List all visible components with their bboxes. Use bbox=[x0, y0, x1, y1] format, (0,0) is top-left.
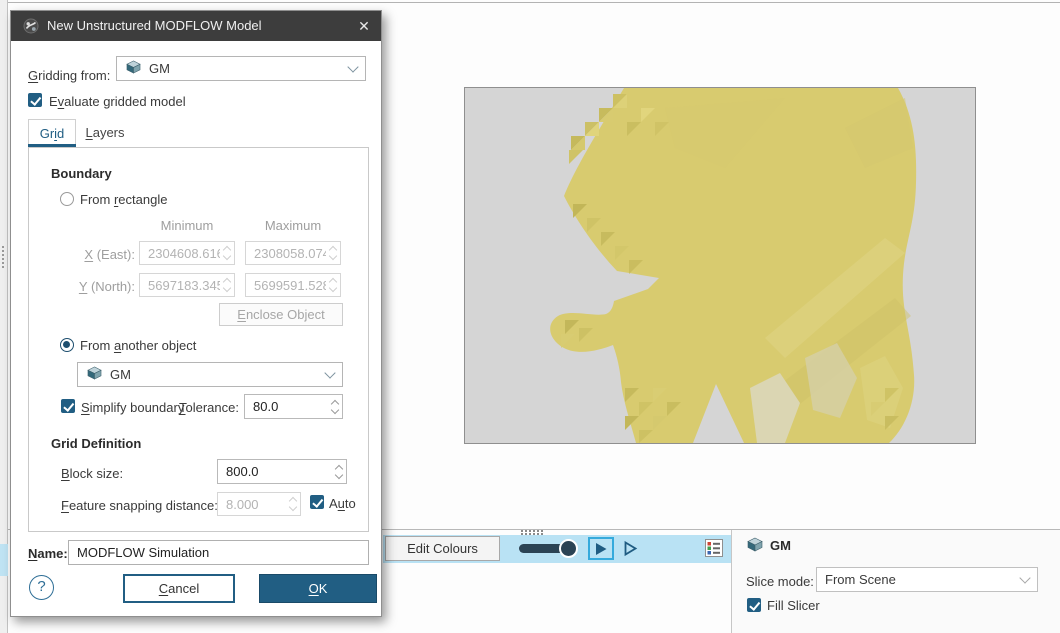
auto-checkbox[interactable] bbox=[310, 495, 324, 509]
legend-list-icon[interactable] bbox=[705, 539, 723, 557]
gridding-from-value: GM bbox=[149, 61, 170, 76]
spinner-icon[interactable] bbox=[220, 279, 230, 291]
mesh-surface bbox=[465, 88, 975, 443]
chevron-down-icon bbox=[347, 61, 358, 72]
help-icon[interactable]: ? bbox=[29, 575, 54, 600]
cancel-button[interactable]: Cancel bbox=[123, 574, 235, 603]
slice-mode-dropdown[interactable]: From Scene bbox=[816, 567, 1038, 592]
simplify-boundary-checkbox[interactable] bbox=[61, 399, 75, 413]
enclose-object-button[interactable]: Enclose Object bbox=[219, 303, 343, 326]
boundary-object-value: GM bbox=[110, 367, 131, 382]
tolerance-value: 80.0 bbox=[253, 399, 328, 414]
visibility-toggle-inactive[interactable] bbox=[617, 537, 643, 560]
scene-viewport[interactable] bbox=[464, 87, 976, 444]
x-east-label: X (East): bbox=[49, 247, 135, 262]
tab-layers[interactable]: Layers bbox=[76, 119, 134, 147]
window-top-border bbox=[0, 2, 1060, 3]
feature-snapping-value: 8.000 bbox=[226, 497, 286, 512]
y-max-value: 5699591.528 bbox=[254, 278, 326, 293]
from-rectangle-radio[interactable] bbox=[60, 192, 74, 206]
fill-slicer-label: Fill Slicer bbox=[767, 598, 820, 613]
feature-snapping-label: Feature snapping distance: bbox=[61, 498, 218, 513]
from-another-object-label: From another object bbox=[80, 338, 196, 353]
chevron-down-icon bbox=[1019, 572, 1030, 583]
x-min-value: 2304608.616 bbox=[148, 246, 220, 261]
vertical-drag-handle[interactable] bbox=[2, 246, 5, 268]
dialog-titlebar[interactable]: New Unstructured MODFLOW Model ✕ bbox=[11, 11, 381, 41]
new-modflow-model-dialog: New Unstructured MODFLOW Model ✕ Griddin… bbox=[10, 10, 382, 617]
modflow-model-icon bbox=[23, 18, 39, 37]
play-filled-icon bbox=[593, 541, 609, 557]
gm-cube-icon bbox=[86, 366, 103, 383]
tab-grid[interactable]: Grid bbox=[28, 119, 76, 147]
evaluate-gridded-model-label: Evaluate gridded model bbox=[49, 94, 186, 109]
object-name-label: GM bbox=[770, 538, 791, 553]
edit-colours-button[interactable]: Edit Colours bbox=[385, 536, 500, 561]
close-icon[interactable]: ✕ bbox=[347, 11, 381, 41]
gridding-from-label: Gridding from: bbox=[28, 68, 110, 83]
chevron-down-icon bbox=[324, 367, 335, 378]
maximum-header: Maximum bbox=[245, 218, 341, 233]
visibility-toggle-active[interactable] bbox=[588, 537, 614, 560]
application-window: Edit Colours bbox=[0, 0, 1060, 633]
y-north-label: Y (North): bbox=[49, 279, 135, 294]
x-max-field[interactable]: 2308058.074 bbox=[245, 241, 341, 265]
block-size-field[interactable]: 800.0 bbox=[217, 459, 347, 484]
gm-cube-icon bbox=[746, 537, 764, 555]
spinner-icon[interactable] bbox=[286, 498, 296, 510]
spinner-icon[interactable] bbox=[328, 401, 338, 413]
grid-definition-header: Grid Definition bbox=[51, 436, 141, 451]
tolerance-label: Tolerance: bbox=[179, 400, 239, 415]
simplify-boundary-label: Simplify boundary bbox=[81, 400, 184, 415]
collapsed-side-panel[interactable] bbox=[0, 0, 8, 633]
fill-slicer-checkbox[interactable] bbox=[747, 598, 761, 612]
name-label: Name: bbox=[28, 546, 68, 561]
gridding-from-dropdown[interactable]: GM bbox=[116, 56, 366, 81]
play-outline-icon bbox=[622, 540, 639, 557]
shape-row-toolbar: Edit Colours bbox=[383, 535, 731, 563]
spinner-icon[interactable] bbox=[326, 279, 336, 291]
opacity-slider-knob[interactable] bbox=[559, 539, 578, 558]
evaluate-gridded-model-checkbox[interactable] bbox=[28, 93, 42, 107]
y-min-value: 5697183.345 bbox=[148, 278, 220, 293]
from-rectangle-label: From rectangle bbox=[80, 192, 167, 207]
y-max-field[interactable]: 5699591.528 bbox=[245, 273, 341, 297]
name-input[interactable] bbox=[68, 540, 369, 565]
from-another-object-radio[interactable] bbox=[60, 338, 74, 352]
dialog-title: New Unstructured MODFLOW Model bbox=[47, 11, 262, 41]
block-size-label: Block size: bbox=[61, 466, 123, 481]
minimum-header: Minimum bbox=[139, 218, 235, 233]
grid-tab-panel: Boundary From rectangle Minimum Maximum … bbox=[28, 147, 369, 532]
y-min-field[interactable]: 5697183.345 bbox=[139, 273, 235, 297]
spinner-icon[interactable] bbox=[220, 247, 230, 259]
x-max-value: 2308058.074 bbox=[254, 246, 326, 261]
gm-cube-icon bbox=[125, 60, 142, 77]
boundary-header: Boundary bbox=[51, 166, 112, 181]
spinner-icon[interactable] bbox=[332, 466, 342, 478]
block-size-value: 800.0 bbox=[226, 464, 332, 479]
feature-snapping-field[interactable]: 8.000 bbox=[217, 492, 301, 516]
auto-label: Auto bbox=[329, 496, 356, 511]
slice-mode-label: Slice mode: bbox=[746, 574, 814, 589]
x-min-field[interactable]: 2304608.616 bbox=[139, 241, 235, 265]
tolerance-field[interactable]: 80.0 bbox=[244, 394, 343, 419]
shape-properties-panel: GM Slice mode: From Scene Fill Slicer bbox=[731, 530, 1060, 633]
boundary-object-dropdown[interactable]: GM bbox=[77, 362, 343, 387]
selection-highlight-strip bbox=[0, 544, 8, 576]
slice-mode-value: From Scene bbox=[825, 572, 896, 587]
ok-button[interactable]: OK bbox=[259, 574, 377, 603]
spinner-icon[interactable] bbox=[326, 247, 336, 259]
